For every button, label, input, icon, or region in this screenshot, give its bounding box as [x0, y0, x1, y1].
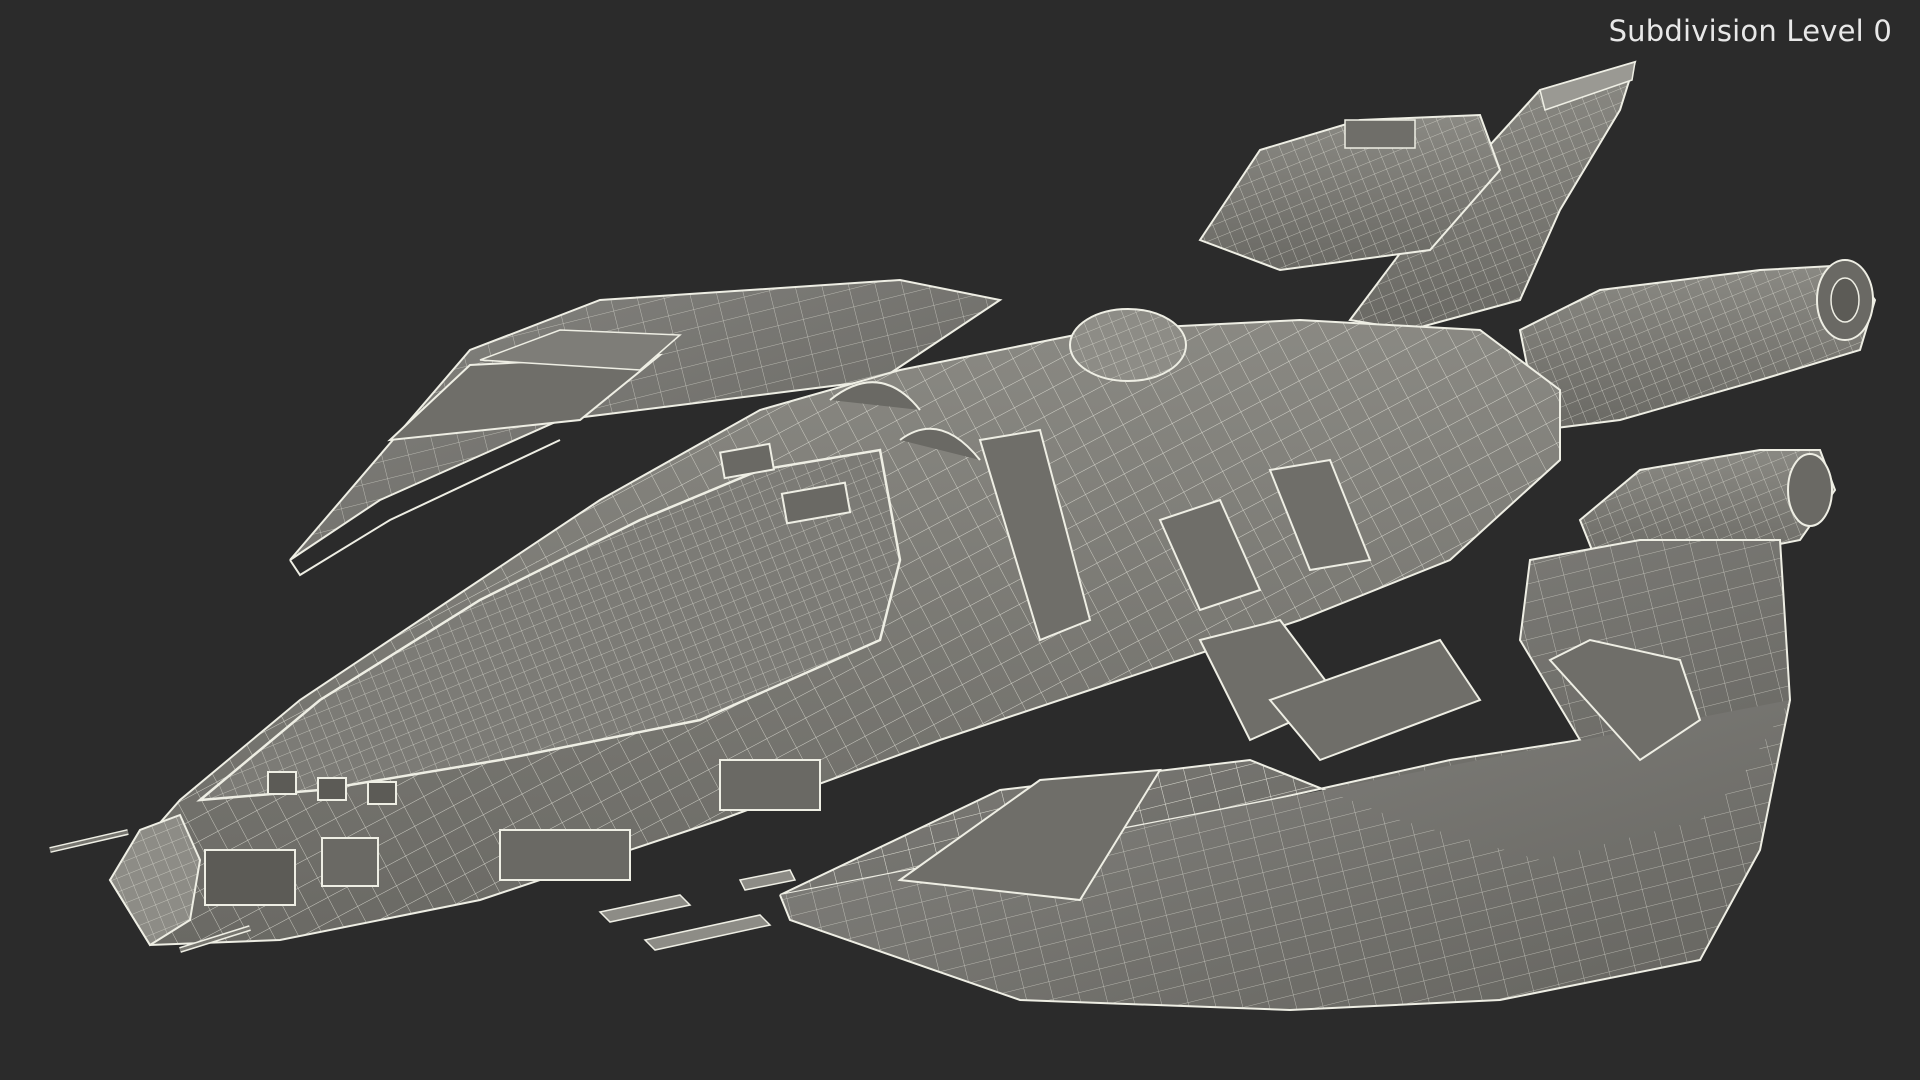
viewport[interactable]: Subdivision Level 0: [0, 0, 1920, 1080]
wing-missiles: [598, 869, 797, 951]
subdivision-level-label: Subdivision Level 0: [1608, 14, 1892, 48]
right-engine: [1518, 259, 1877, 432]
spaceship-wireframe-render: [49, 60, 1877, 1012]
